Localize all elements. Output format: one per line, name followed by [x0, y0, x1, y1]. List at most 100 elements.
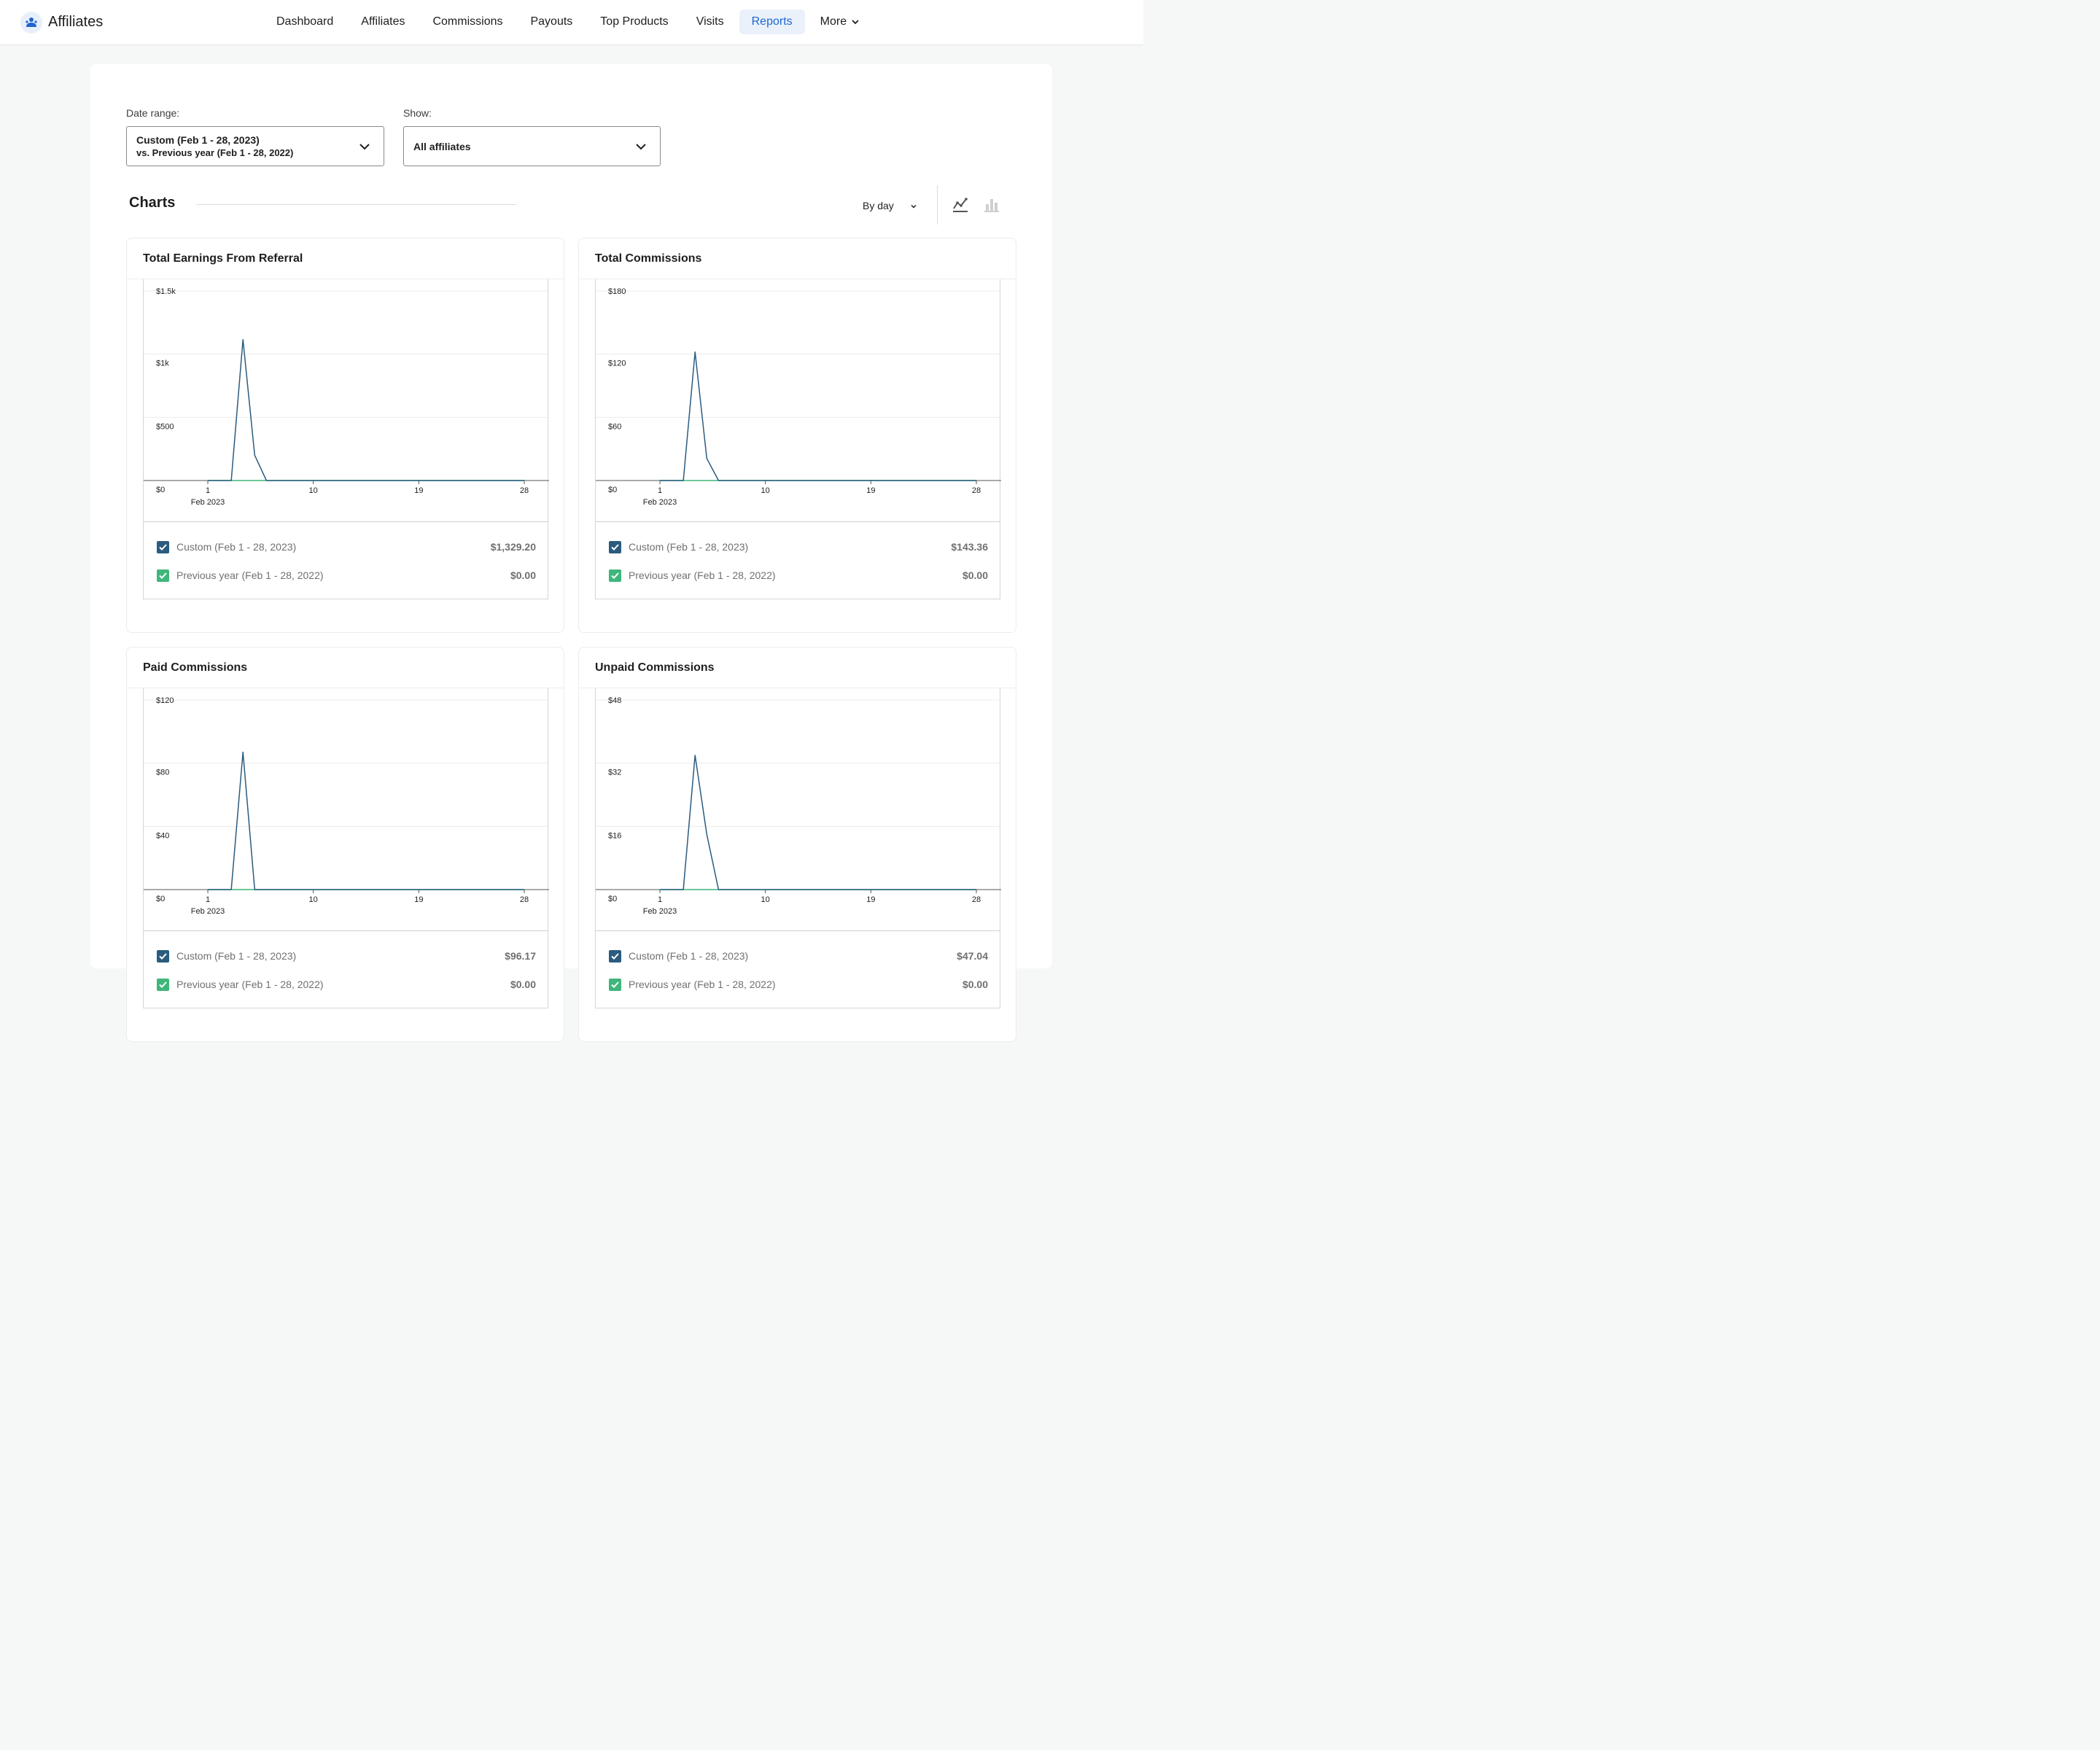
- nav-more[interactable]: More: [808, 9, 872, 34]
- nav-reports[interactable]: Reports: [739, 9, 805, 34]
- legend-value: $0.00: [510, 979, 536, 990]
- x-axis-month-label: Feb 2023: [191, 907, 225, 916]
- checkbox-checked-icon[interactable]: [609, 979, 621, 991]
- series-line-current: [208, 751, 524, 890]
- legend-value: $0.00: [510, 569, 536, 581]
- x-tick-label: 19: [866, 486, 875, 495]
- x-tick-label: 28: [972, 486, 981, 495]
- chart-legend: Custom (Feb 1 - 28, 2023) $143.36 Previo…: [595, 522, 1000, 599]
- line-chart: $0 $40 $80 $120 1 10 19 28 Feb 2023: [144, 696, 549, 916]
- bar-chart-icon[interactable]: [983, 196, 1000, 214]
- checkbox-checked-icon[interactable]: [609, 569, 621, 582]
- checkbox-checked-icon[interactable]: [609, 950, 621, 962]
- chevron-down-icon: [636, 144, 646, 150]
- legend-item-current[interactable]: Custom (Feb 1 - 28, 2023) $96.17: [157, 949, 536, 963]
- nav-visits[interactable]: Visits: [684, 9, 736, 34]
- y-tick-label: $1k: [156, 359, 169, 368]
- show-value: All affiliates: [413, 141, 471, 152]
- legend-item-current[interactable]: Custom (Feb 1 - 28, 2023) $1,329.20: [157, 540, 536, 554]
- x-axis-month-label: Feb 2023: [643, 498, 677, 507]
- line-chart-icon[interactable]: [952, 196, 969, 214]
- y-tick-label: $1.5k: [156, 287, 176, 296]
- checkbox-checked-icon[interactable]: [609, 541, 621, 553]
- legend-item-previous[interactable]: Previous year (Feb 1 - 28, 2022) $0.00: [157, 977, 536, 992]
- nav-dashboard[interactable]: Dashboard: [264, 9, 346, 34]
- card-title: Total Commissions: [595, 252, 702, 265]
- card-header: Total Earnings From Referral: [127, 238, 564, 279]
- y-tick-label: $16: [608, 831, 621, 840]
- line-chart: $0 $500 $1k $1.5k 1 10 19 28 Feb 2023: [144, 287, 549, 507]
- x-tick-label: 1: [658, 895, 662, 904]
- card-title: Total Earnings From Referral: [143, 252, 303, 265]
- chart-card-paid-commissions: Paid Commissions $0 $40 $80 $120 1 10 19 28 Feb …: [126, 647, 564, 1042]
- chart-area: $0 $60 $120 $180 1 10 19 28 Feb 2023: [595, 279, 1001, 522]
- legend-value: $0.00: [962, 979, 988, 990]
- series-line-current: [208, 338, 524, 481]
- interval-select[interactable]: By day: [863, 200, 917, 211]
- legend-value: $96.17: [505, 950, 536, 962]
- date-range-select[interactable]: Custom (Feb 1 - 28, 2023) vs. Previous y…: [126, 126, 384, 166]
- y-tick-label: $0: [608, 486, 617, 494]
- x-tick-label: 19: [414, 895, 423, 904]
- x-tick-label: 28: [520, 486, 529, 495]
- y-tick-label: $0: [608, 895, 617, 903]
- line-chart: $0 $60 $120 $180 1 10 19 28 Feb 2023: [596, 287, 1001, 507]
- x-tick-label: 10: [309, 486, 318, 495]
- card-title: Unpaid Commissions: [595, 661, 715, 674]
- chart-area: $0 $500 $1k $1.5k 1 10 19 28 Feb 2023: [143, 279, 549, 522]
- x-tick-label: 1: [206, 486, 210, 495]
- legend-item-current[interactable]: Custom (Feb 1 - 28, 2023) $47.04: [609, 949, 988, 963]
- x-tick-label: 10: [761, 486, 770, 495]
- card-title: Paid Commissions: [143, 661, 248, 674]
- chevron-down-icon: [359, 144, 370, 150]
- date-range-compare: vs. Previous year (Feb 1 - 28, 2022): [136, 147, 294, 158]
- chart-legend: Custom (Feb 1 - 28, 2023) $96.17 Previou…: [143, 931, 548, 1008]
- chart-card-total-earnings: Total Earnings From Referral $0 $500 $1k $1…: [126, 238, 564, 633]
- y-tick-label: $40: [156, 831, 169, 840]
- checkbox-checked-icon[interactable]: [157, 541, 169, 553]
- card-header: Unpaid Commissions: [579, 648, 1016, 688]
- legend-label: Previous year (Feb 1 - 28, 2022): [176, 569, 324, 581]
- nav-affiliates[interactable]: Affiliates: [349, 9, 417, 34]
- legend-label: Custom (Feb 1 - 28, 2023): [176, 541, 297, 553]
- x-tick-label: 19: [414, 486, 423, 495]
- y-tick-label: $48: [608, 696, 621, 705]
- checkbox-checked-icon[interactable]: [157, 979, 169, 991]
- affiliates-logo-icon[interactable]: [20, 12, 42, 34]
- chart-legend: Custom (Feb 1 - 28, 2023) $1,329.20 Prev…: [143, 522, 548, 599]
- chevron-down-icon: [852, 20, 859, 25]
- toolbar-divider: [937, 185, 938, 225]
- interval-label: By day: [863, 200, 894, 211]
- y-tick-label: $180: [608, 287, 626, 296]
- legend-label: Previous year (Feb 1 - 28, 2022): [629, 979, 776, 990]
- legend-item-previous[interactable]: Previous year (Feb 1 - 28, 2022) $0.00: [609, 977, 988, 992]
- series-line-current: [660, 351, 976, 481]
- nav-commissions[interactable]: Commissions: [420, 9, 515, 34]
- nav-payouts[interactable]: Payouts: [518, 9, 585, 34]
- x-tick-label: 1: [206, 895, 210, 904]
- chart-legend: Custom (Feb 1 - 28, 2023) $47.04 Previou…: [595, 931, 1000, 1008]
- y-tick-label: $60: [608, 422, 621, 431]
- show-select[interactable]: All affiliates: [403, 126, 661, 166]
- y-tick-label: $500: [156, 422, 174, 431]
- legend-value: $143.36: [951, 541, 988, 553]
- legend-item-previous[interactable]: Previous year (Feb 1 - 28, 2022) $0.00: [157, 568, 536, 583]
- legend-item-previous[interactable]: Previous year (Feb 1 - 28, 2022) $0.00: [609, 568, 988, 583]
- x-tick-label: 1: [658, 486, 662, 495]
- line-chart: $0 $16 $32 $48 1 10 19 28 Feb 2023: [596, 696, 1001, 916]
- chart-card-total-commissions: Total Commissions $0 $60 $120 $180 1 10 19 28 Fe…: [578, 238, 1016, 633]
- checkbox-checked-icon[interactable]: [157, 569, 169, 582]
- legend-label: Custom (Feb 1 - 28, 2023): [629, 950, 749, 962]
- date-range-label: Date range:: [126, 107, 180, 119]
- legend-item-current[interactable]: Custom (Feb 1 - 28, 2023) $143.36: [609, 540, 988, 554]
- x-tick-label: 10: [309, 895, 318, 904]
- main-nav: Dashboard Affiliates Commissions Payouts…: [264, 9, 875, 34]
- x-tick-label: 28: [520, 895, 529, 904]
- card-header: Paid Commissions: [127, 648, 564, 688]
- chart-area: $0 $16 $32 $48 1 10 19 28 Feb 2023: [595, 688, 1001, 931]
- legend-label: Previous year (Feb 1 - 28, 2022): [176, 979, 324, 990]
- checkbox-checked-icon[interactable]: [157, 950, 169, 962]
- y-tick-label: $80: [156, 769, 169, 777]
- top-navigation-bar: Affiliates Dashboard Affiliates Commissi…: [0, 0, 1143, 45]
- nav-top-products[interactable]: Top Products: [588, 9, 680, 34]
